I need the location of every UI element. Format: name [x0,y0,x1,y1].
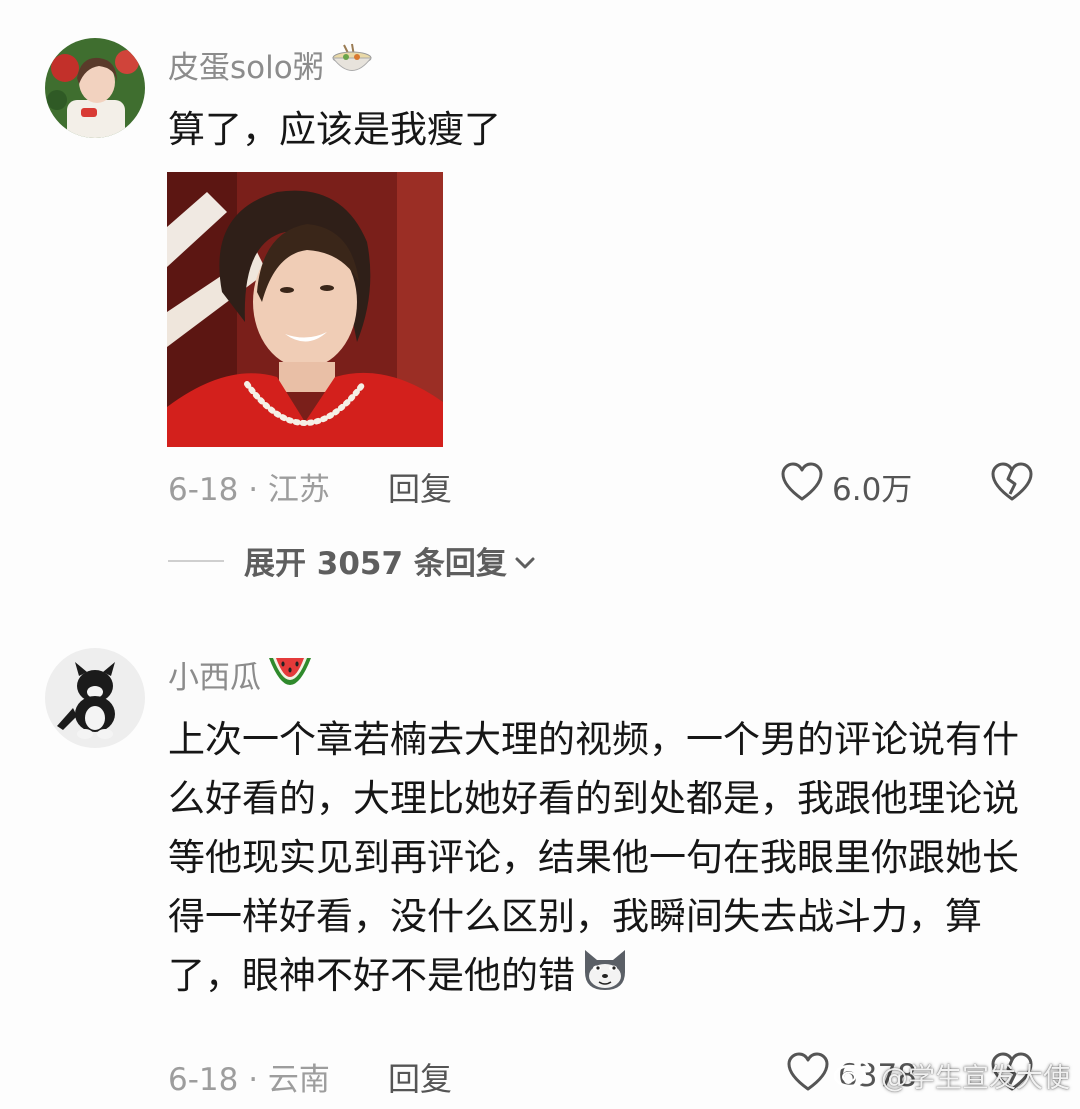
dislike-button[interactable] [990,462,1034,506]
like-button[interactable]: 6.0万 [780,462,912,510]
broken-heart-icon [990,462,1034,506]
reply-button[interactable]: 回复 [388,1054,452,1100]
avatar[interactable] [45,38,145,138]
username[interactable]: 小西瓜 [168,652,313,697]
noodle-bowl-icon [330,43,374,87]
date-location: 6-18 · 江苏 [168,472,330,508]
comment-image[interactable] [167,172,443,447]
divider-line [168,559,224,562]
like-count: 6.0万 [832,471,913,508]
date-location: 6-18 · 云南 [168,1062,330,1098]
comment-item-2: 小西瓜 上次一个章若楠去大理的视频，一个男的评论说有什么好看的，大理比她好看的到… [0,600,1080,1109]
avatar[interactable] [45,648,145,748]
username[interactable]: 皮蛋solo粥 [168,42,374,87]
heart-icon [780,462,824,510]
reply-button[interactable]: 回复 [388,464,452,510]
username-text: 皮蛋solo粥 [168,50,324,86]
expand-replies-button[interactable]: 展开 3057 条回复 [168,538,537,583]
watermelon-icon [267,654,313,696]
username-text: 小西瓜 [168,660,261,696]
chevron-down-icon [513,543,537,579]
doge-icon [579,946,631,1009]
expand-replies-label: 展开 3057 条回复 [244,546,507,582]
comment-text: 算了，应该是我瘦了 [168,108,501,151]
watermark: @学生宣发大使 [833,1056,1070,1095]
comment-item-1: 皮蛋solo粥 算了，应该是我瘦了 6-18 · 江苏 回复 6.0万 展开 3… [0,0,1080,600]
weibo-icon [833,1056,873,1095]
comment-text: 上次一个章若楠去大理的视频，一个男的评论说有什么好看的，大理比她好看的到处都是，… [168,710,1038,1009]
heart-icon [786,1052,830,1100]
watermark-text: @学生宣发大使 [881,1063,1070,1094]
